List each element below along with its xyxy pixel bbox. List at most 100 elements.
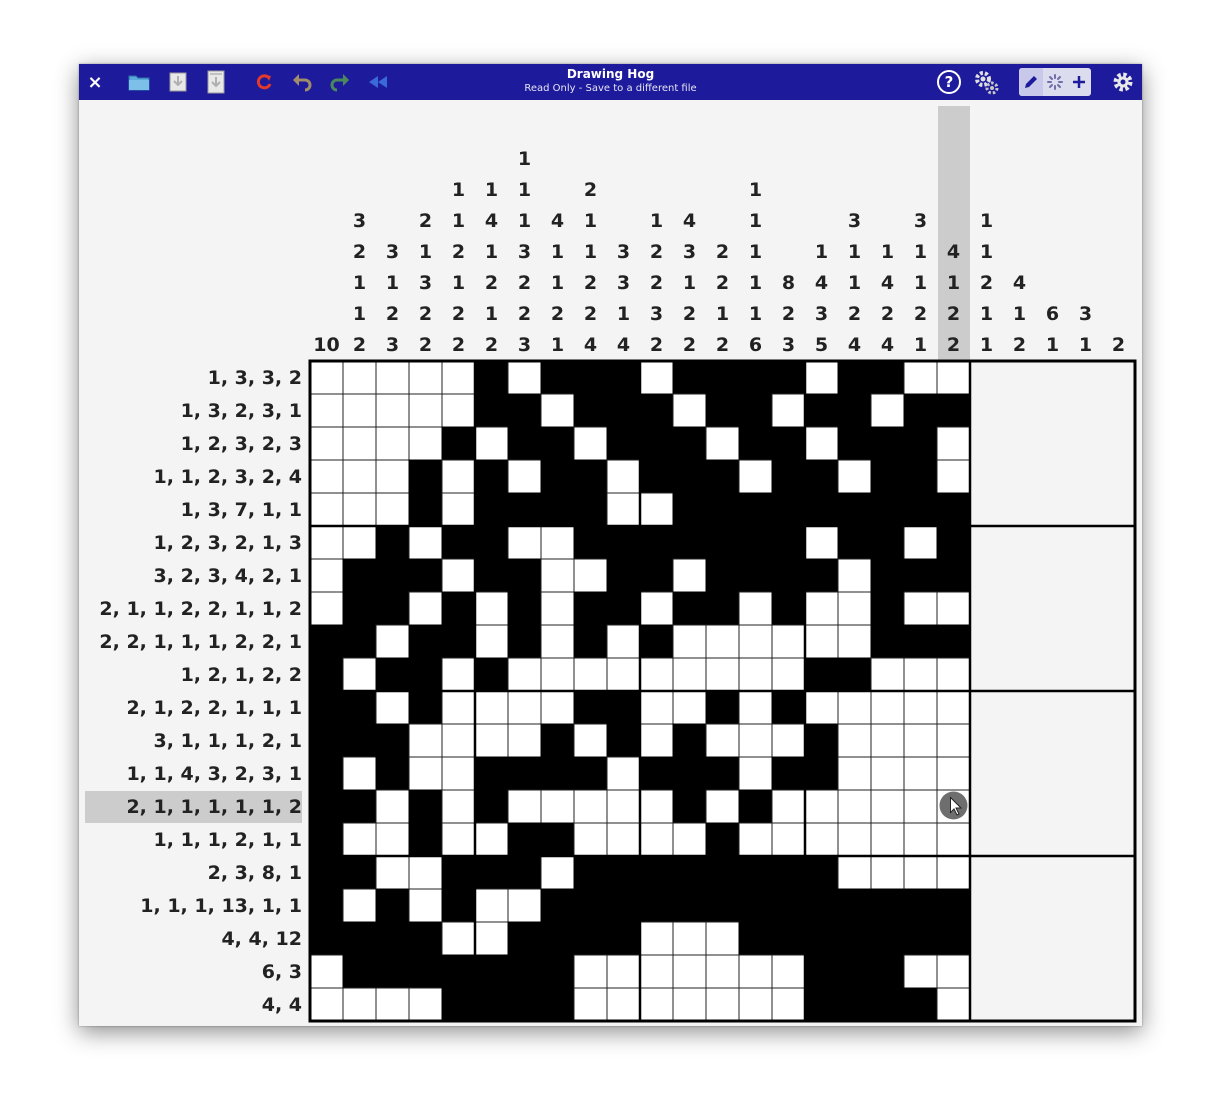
cell-empty[interactable] xyxy=(606,459,641,494)
cell-empty[interactable] xyxy=(837,723,872,758)
cell-empty[interactable] xyxy=(375,690,410,725)
cell-empty[interactable] xyxy=(903,756,938,791)
cell-empty[interactable] xyxy=(540,591,575,626)
cell-empty[interactable] xyxy=(342,426,377,461)
cell-filled[interactable] xyxy=(573,624,608,659)
cell-empty[interactable] xyxy=(738,987,773,1022)
cell-filled[interactable] xyxy=(936,558,971,593)
cell-empty[interactable] xyxy=(342,657,377,692)
cell-filled[interactable] xyxy=(903,921,938,956)
cell-filled[interactable] xyxy=(837,987,872,1022)
cell-empty[interactable] xyxy=(705,954,740,989)
cell-filled[interactable] xyxy=(771,492,806,527)
cell-empty[interactable] xyxy=(507,888,542,923)
cell-empty[interactable] xyxy=(870,756,905,791)
cell-empty[interactable] xyxy=(309,393,344,428)
cell-empty[interactable] xyxy=(870,855,905,890)
cell-filled[interactable] xyxy=(309,756,344,791)
cell-empty[interactable] xyxy=(639,723,674,758)
cell-filled[interactable] xyxy=(738,558,773,593)
cell-filled[interactable] xyxy=(375,525,410,560)
cell-empty[interactable] xyxy=(837,756,872,791)
cell-empty[interactable] xyxy=(408,888,443,923)
cell-filled[interactable] xyxy=(375,756,410,791)
cell-filled[interactable] xyxy=(441,987,476,1022)
cell-empty[interactable] xyxy=(474,723,509,758)
cell-filled[interactable] xyxy=(738,855,773,890)
cell-empty[interactable] xyxy=(903,855,938,890)
cell-filled[interactable] xyxy=(573,690,608,725)
cell-filled[interactable] xyxy=(474,855,509,890)
cell-empty[interactable] xyxy=(408,723,443,758)
cell-filled[interactable] xyxy=(507,756,542,791)
cell-empty[interactable] xyxy=(936,591,971,626)
cell-empty[interactable] xyxy=(342,525,377,560)
cell-filled[interactable] xyxy=(507,393,542,428)
cell-filled[interactable] xyxy=(837,954,872,989)
cell-filled[interactable] xyxy=(342,591,377,626)
cell-empty[interactable] xyxy=(936,723,971,758)
cell-filled[interactable] xyxy=(936,393,971,428)
cell-empty[interactable] xyxy=(804,591,839,626)
cell-empty[interactable] xyxy=(936,657,971,692)
cell-filled[interactable] xyxy=(837,657,872,692)
cell-filled[interactable] xyxy=(408,921,443,956)
cell-empty[interactable] xyxy=(573,657,608,692)
cell-filled[interactable] xyxy=(705,855,740,890)
cell-empty[interactable] xyxy=(804,690,839,725)
cell-filled[interactable] xyxy=(507,624,542,659)
cell-filled[interactable] xyxy=(507,426,542,461)
cell-filled[interactable] xyxy=(771,921,806,956)
cell-empty[interactable] xyxy=(903,690,938,725)
cell-empty[interactable] xyxy=(474,921,509,956)
cell-filled[interactable] xyxy=(639,558,674,593)
cell-empty[interactable] xyxy=(540,855,575,890)
cell-filled[interactable] xyxy=(738,525,773,560)
cell-filled[interactable] xyxy=(771,426,806,461)
cell-empty[interactable] xyxy=(474,624,509,659)
cell-filled[interactable] xyxy=(936,888,971,923)
cell-filled[interactable] xyxy=(837,888,872,923)
cell-filled[interactable] xyxy=(804,558,839,593)
cell-filled[interactable] xyxy=(474,558,509,593)
cell-empty[interactable] xyxy=(375,360,410,395)
cell-filled[interactable] xyxy=(309,624,344,659)
cell-filled[interactable] xyxy=(738,921,773,956)
cell-empty[interactable] xyxy=(738,657,773,692)
cell-empty[interactable] xyxy=(309,954,344,989)
cell-empty[interactable] xyxy=(375,393,410,428)
cell-filled[interactable] xyxy=(507,822,542,857)
cell-empty[interactable] xyxy=(936,987,971,1022)
cell-empty[interactable] xyxy=(903,591,938,626)
cell-filled[interactable] xyxy=(540,954,575,989)
cell-empty[interactable] xyxy=(606,789,641,824)
cell-empty[interactable] xyxy=(738,822,773,857)
cell-filled[interactable] xyxy=(408,954,443,989)
cell-filled[interactable] xyxy=(441,888,476,923)
cell-empty[interactable] xyxy=(375,426,410,461)
cell-filled[interactable] xyxy=(804,855,839,890)
cell-empty[interactable] xyxy=(474,690,509,725)
cell-filled[interactable] xyxy=(606,360,641,395)
cell-filled[interactable] xyxy=(903,888,938,923)
cell-filled[interactable] xyxy=(738,888,773,923)
cell-filled[interactable] xyxy=(837,393,872,428)
cell-filled[interactable] xyxy=(903,393,938,428)
cell-filled[interactable] xyxy=(606,921,641,956)
cell-filled[interactable] xyxy=(309,690,344,725)
cell-empty[interactable] xyxy=(738,624,773,659)
cell-empty[interactable] xyxy=(672,921,707,956)
cell-empty[interactable] xyxy=(375,855,410,890)
cell-empty[interactable] xyxy=(342,360,377,395)
cell-empty[interactable] xyxy=(903,954,938,989)
cell-filled[interactable] xyxy=(639,624,674,659)
cell-empty[interactable] xyxy=(672,657,707,692)
cell-filled[interactable] xyxy=(507,492,542,527)
cell-filled[interactable] xyxy=(375,591,410,626)
cell-empty[interactable] xyxy=(837,855,872,890)
cell-empty[interactable] xyxy=(474,591,509,626)
cell-filled[interactable] xyxy=(672,789,707,824)
cell-filled[interactable] xyxy=(705,888,740,923)
cell-filled[interactable] xyxy=(474,789,509,824)
cell-filled[interactable] xyxy=(342,855,377,890)
